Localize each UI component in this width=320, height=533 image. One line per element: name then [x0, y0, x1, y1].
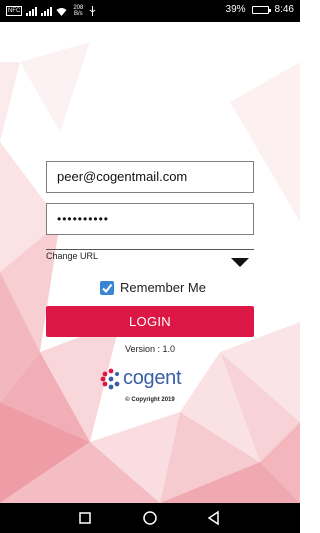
copyright: © Copyright 2019: [125, 397, 175, 403]
nfc-icon: NFC: [6, 6, 23, 16]
remember-me-checkbox[interactable]: [100, 280, 114, 295]
back-icon[interactable]: [205, 509, 223, 527]
change-url-label[interactable]: Change URL: [46, 251, 98, 261]
signal-icon: [26, 6, 38, 16]
usb-icon: [90, 6, 96, 16]
cogent-logo: cogent: [100, 367, 182, 390]
net-speed: 208 B/s: [73, 5, 84, 17]
signal-icon-2: [41, 6, 53, 16]
checkmark-icon: [102, 283, 113, 293]
login-button[interactable]: LOGIN: [46, 306, 254, 337]
battery-icon: [251, 5, 271, 14]
background-polygons: [0, 42, 300, 503]
recent-apps-icon[interactable]: [76, 509, 94, 527]
cogent-logo-mark: [100, 368, 120, 389]
remember-me-label: Remember Me: [120, 280, 206, 295]
status-bar: NFC 208 B/s 39% 8:46: [0, 0, 300, 22]
version-label: Version : 1.0: [124, 344, 176, 354]
navigation-bar: [0, 503, 300, 533]
email-field[interactable]: peer@cogentmail.com: [46, 161, 254, 193]
clock: 8:46: [274, 4, 294, 15]
chevron-down-icon[interactable]: [231, 258, 249, 267]
logo-text: cogent: [123, 367, 182, 389]
login-screen: peer@cogentmail.com •••••••••• Change UR…: [0, 22, 300, 503]
change-url-divider: [46, 249, 254, 250]
battery-percent: 39%: [225, 4, 246, 15]
wifi-icon: [56, 7, 67, 16]
home-icon[interactable]: [141, 509, 159, 527]
password-field[interactable]: ••••••••••: [46, 203, 254, 235]
remember-me[interactable]: Remember Me: [100, 280, 206, 295]
